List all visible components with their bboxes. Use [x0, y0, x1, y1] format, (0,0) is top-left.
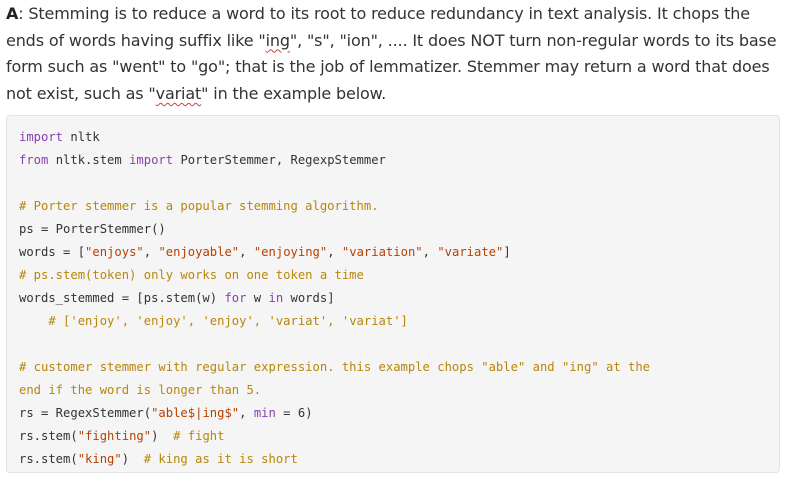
string-literal: "variation" — [341, 245, 423, 259]
code-text: w — [246, 291, 269, 305]
code-line-15: rs.stem("king") # king as it is short — [19, 448, 650, 471]
code-comment: # fight — [173, 429, 225, 443]
code-line-7: # ps.stem(token) only works on one token… — [19, 264, 650, 287]
code-line-2: from nltk.stem import PorterStemmer, Reg… — [19, 149, 650, 172]
code-text: ) — [151, 429, 174, 443]
code-text: PorterStemmer, RegexpStemmer — [173, 153, 386, 167]
code-text: rs = RegexStemmer( — [19, 406, 152, 420]
code-content: import nltk from nltk.stem import PorterS… — [19, 126, 650, 471]
string-literal: "able$|ing$" — [151, 406, 240, 420]
answer-paragraph: A: Stemming is to reduce a word to its r… — [6, 0, 784, 107]
code-text: words_stemmed = [ps.stem(w) — [19, 291, 225, 305]
code-text: , — [239, 406, 254, 420]
keyword: import — [129, 153, 174, 167]
code-text: nltk.stem — [48, 153, 130, 167]
code-line-5: ps = PorterStemmer() — [19, 218, 650, 241]
code-line-14: rs.stem("fighting") # fight — [19, 425, 650, 448]
spellcheck-word-ing: ing — [265, 30, 290, 50]
keyword: in — [268, 291, 284, 305]
code-text: = 6) — [275, 406, 313, 420]
code-line-12: end if the word is longer than 5. — [19, 379, 650, 402]
keyword: min — [253, 406, 276, 420]
code-line-4: # Porter stemmer is a popular stemming a… — [19, 195, 650, 218]
spellcheck-word-variat: variat — [155, 83, 202, 103]
string-literal: "variate" — [437, 245, 504, 259]
string-literal: "king" — [77, 452, 122, 466]
code-comment: # ['enjoy', 'enjoy', 'enjoy', 'variat', … — [48, 314, 408, 328]
code-text: nltk — [63, 130, 100, 144]
code-text: rs.stem( — [19, 452, 78, 466]
code-text: ps = PorterStemmer() — [19, 222, 166, 236]
answer-text-part-3: " in the example below. — [201, 83, 387, 103]
code-text: words = [ — [19, 245, 86, 259]
code-comment: # king as it is short — [143, 452, 298, 466]
code-line-1: import nltk — [19, 126, 650, 149]
code-text: rs.stem( — [19, 429, 78, 443]
code-line-9: # ['enjoy', 'enjoy', 'enjoy', 'variat', … — [19, 310, 650, 333]
keyword: from — [19, 153, 49, 167]
string-literal: "enjoying" — [253, 245, 328, 259]
code-line-6: words = ["enjoys", "enjoyable", "enjoyin… — [19, 245, 511, 259]
string-literal: "enjoyable" — [158, 245, 240, 259]
code-comment: # customer stemmer with regular expressi… — [19, 360, 651, 374]
string-literal: "enjoys" — [85, 245, 144, 259]
code-comment: # ps.stem(token) only works on one token… — [19, 268, 364, 282]
code-comment: end if the word is longer than 5. — [19, 383, 262, 397]
answer-label: A — [6, 4, 19, 23]
code-text: ] — [503, 245, 511, 259]
code-text: ) — [121, 452, 144, 466]
code-text: words] — [283, 291, 335, 305]
keyword: for — [224, 291, 247, 305]
code-block: import nltk from nltk.stem import PorterS… — [6, 115, 780, 473]
keyword: import — [19, 130, 64, 144]
code-line-8: words_stemmed = [ps.stem(w) for w in wor… — [19, 287, 650, 310]
string-literal: "fighting" — [77, 429, 152, 443]
code-line-13: rs = RegexStemmer("able$|ing$", min = 6) — [19, 402, 650, 425]
code-comment: # Porter stemmer is a popular stemming a… — [19, 199, 379, 213]
code-line-11: # customer stemmer with regular expressi… — [19, 356, 650, 379]
